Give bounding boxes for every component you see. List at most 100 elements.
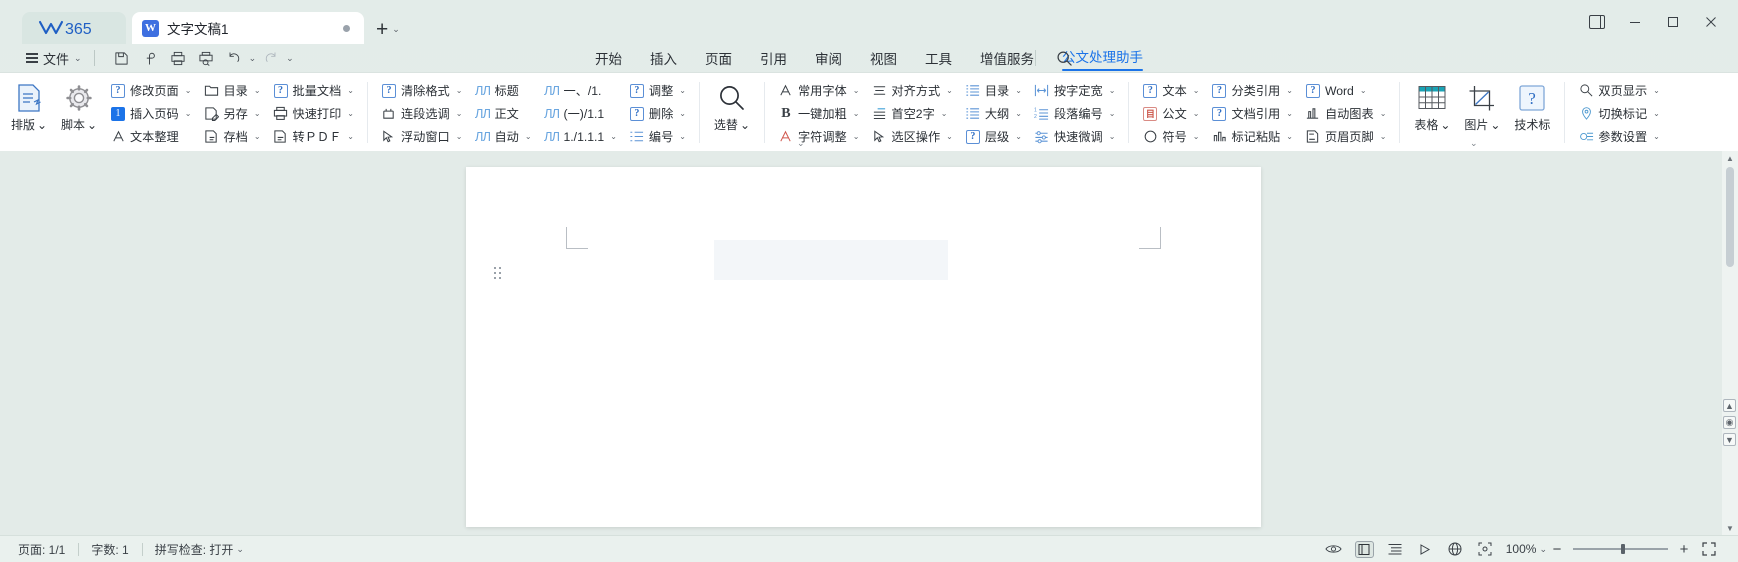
chevron-down-icon[interactable]: ⌄ [853, 86, 860, 95]
ribbon-button-双页显示[interactable]: 双页显示⌄ [1574, 80, 1663, 102]
chevron-down-icon[interactable]: ⌄ [1109, 132, 1116, 141]
chevron-down-icon[interactable]: ⌄ [1380, 132, 1387, 141]
chevron-down-icon[interactable]: ⌄ [1109, 86, 1116, 95]
ribbon-button-层级[interactable]: ?层级⌄ [961, 126, 1026, 148]
paragraph-drag-handle[interactable] [494, 267, 501, 279]
ribbon-button-浮动窗口[interactable]: 浮动窗口⌄ [377, 126, 466, 148]
print-button[interactable] [165, 46, 191, 70]
ribbon-button-选替[interactable]: 选替⌄ [707, 76, 757, 151]
chevron-down-icon[interactable]: ⌄ [740, 118, 750, 132]
ribbon-button-文档引用[interactable]: ?文档引用⌄ [1207, 103, 1296, 125]
fullscreen-button[interactable] [1694, 539, 1724, 560]
panel-toggle-button[interactable] [1578, 8, 1616, 36]
share-button[interactable] [137, 46, 163, 70]
document-tab[interactable]: W 文字文稿1 [132, 12, 364, 44]
ribbon-button-清除格式[interactable]: ?清除格式⌄ [377, 80, 466, 102]
ribbon-button-自动[interactable]: ЛЛ自动⌄ [470, 126, 535, 148]
ribbon-button-常用字体[interactable]: 常用字体⌄ [774, 80, 863, 102]
ribbon-tab-5[interactable]: 审阅 [801, 46, 856, 70]
reading-view-button[interactable] [1410, 539, 1440, 560]
vertical-scrollbar[interactable]: ▲ ▼ [1722, 151, 1738, 535]
focus-mode-button[interactable] [1470, 539, 1500, 560]
scroll-down-arrow[interactable]: ▼ [1726, 521, 1734, 535]
chevron-down-icon[interactable]: ⌄ [1653, 86, 1660, 95]
chevron-down-icon[interactable]: ⌄ [525, 132, 532, 141]
ribbon-button-公文[interactable]: 目公文⌄ [1138, 103, 1203, 125]
ribbon-tab-1[interactable]: 开始 [581, 46, 636, 70]
chevron-down-icon[interactable]: ⌄ [1193, 86, 1200, 95]
ribbon-tab-2[interactable]: 插入 [636, 46, 691, 70]
chevron-down-icon[interactable]: ⌄ [610, 132, 617, 141]
chevron-down-icon[interactable]: ⌄ [853, 132, 860, 141]
chevron-down-icon[interactable]: ⌄ [679, 109, 686, 118]
zoom-out-button[interactable]: − [1547, 541, 1567, 558]
chevron-down-icon[interactable]: ⌄ [679, 132, 686, 141]
ribbon-button-快速微调[interactable]: 快速微调⌄ [1030, 126, 1119, 148]
close-button[interactable] [1692, 8, 1730, 36]
ribbon-button-批量文档[interactable]: ?批量文档⌄ [269, 80, 358, 102]
ribbon-tab-3[interactable]: 页面 [691, 46, 746, 70]
zoom-slider[interactable] [1573, 548, 1668, 550]
chevron-down-icon[interactable]: ⌄ [1286, 86, 1293, 95]
ribbon-button-快速打印[interactable]: 快速打印⌄ [269, 103, 358, 125]
redo-caret-icon[interactable]: ⌄ [286, 53, 294, 64]
chevron-down-icon[interactable]: ⌄ [254, 132, 261, 141]
chevron-down-icon[interactable]: ⌄ [1015, 109, 1022, 118]
outline-view-button[interactable] [1380, 539, 1410, 560]
chevron-down-icon[interactable]: ⌄ [1286, 109, 1293, 118]
chevron-down-icon[interactable]: ⌄ [185, 109, 192, 118]
ribbon-button-标题[interactable]: ЛЛ标题 [470, 80, 535, 102]
ribbon-button-调整[interactable]: ?调整⌄ [625, 80, 690, 102]
zoom-level-label[interactable]: 100% [1500, 542, 1540, 556]
undo-caret-icon[interactable]: ⌄ [249, 53, 257, 64]
ribbon-button-自动图表[interactable]: 自动图表⌄ [1301, 103, 1390, 125]
ribbon-button-删除[interactable]: ?删除⌄ [625, 103, 690, 125]
ribbon-button-文本[interactable]: ?文本⌄ [1138, 80, 1203, 102]
chevron-down-icon[interactable]: ⌄ [37, 118, 47, 132]
zoom-in-button[interactable]: + [1674, 541, 1694, 558]
ribbon-button-正文[interactable]: ЛЛ正文 [470, 103, 535, 125]
ribbon-button-技术标[interactable]: ?技术标 [1507, 76, 1557, 151]
ribbon-tab-7[interactable]: 工具 [911, 46, 966, 70]
scroll-up-arrow[interactable]: ▲ [1726, 151, 1734, 165]
new-tab-caret-icon[interactable]: ⌄ [392, 24, 400, 35]
ribbon-button-段落编号[interactable]: 12段落编号⌄ [1030, 103, 1119, 125]
chevron-down-icon[interactable]: ⌄ [456, 109, 463, 118]
chevron-down-icon[interactable]: ⌄ [1286, 132, 1293, 141]
ribbon-button-目录[interactable]: 目录⌄ [961, 80, 1026, 102]
ribbon-button-首空2字[interactable]: 首空2字⌄ [867, 103, 956, 125]
next-page-icon[interactable]: ▼ [1723, 433, 1736, 446]
undo-button[interactable] [221, 46, 247, 70]
chevron-down-icon[interactable]: ⌄ [347, 109, 354, 118]
page-indicator[interactable]: 页面: 1/1 [18, 541, 78, 558]
word-count-indicator[interactable]: 字数: 1 [91, 541, 141, 558]
ribbon-button-切换标记[interactable]: 切换标记⌄ [1574, 103, 1663, 125]
ribbon-button-分类引用[interactable]: ?分类引用⌄ [1207, 80, 1296, 102]
ribbon-button-修改页面[interactable]: ?修改页面⌄ [106, 80, 195, 102]
ribbon-group-expand-icon[interactable]: ⌄ [1470, 138, 1478, 149]
minimize-button[interactable] [1616, 8, 1654, 36]
chevron-down-icon[interactable]: ⌄ [347, 86, 354, 95]
ribbon-tab-4[interactable]: 引用 [746, 46, 801, 70]
file-menu-button[interactable]: 文件 ⌄ [20, 47, 88, 70]
chevron-down-icon[interactable]: ⌄ [1653, 132, 1660, 141]
chevron-down-icon[interactable]: ⌄ [1015, 132, 1022, 141]
chevron-down-icon[interactable]: ⌄ [1380, 109, 1387, 118]
ribbon-button-文本整理[interactable]: 文本整理 [106, 126, 195, 148]
ribbon-tab-6[interactable]: 视图 [856, 46, 911, 70]
chevron-down-icon[interactable]: ⌄ [456, 86, 463, 95]
ribbon-button-编号[interactable]: 编号⌄ [625, 126, 690, 148]
ribbon-button-选区操作[interactable]: 选区操作⌄ [867, 126, 956, 148]
ribbon-group-expand-icon[interactable]: ⌄ [797, 138, 805, 149]
document-page[interactable] [466, 167, 1261, 527]
chevron-down-icon[interactable]: ⌄ [347, 132, 354, 141]
ribbon-button-(一)/1.1[interactable]: ЛЛ(一)/1.1 [540, 103, 621, 125]
previous-page-icon[interactable]: ▲ [1723, 399, 1736, 412]
ribbon-button-页眉页脚[interactable]: 页眉页脚⌄ [1301, 126, 1390, 148]
ribbon-button-参数设置[interactable]: 参数设置⌄ [1574, 126, 1663, 148]
chevron-down-icon[interactable]: ⌄ [254, 109, 261, 118]
eye-view-button[interactable] [1319, 539, 1349, 560]
ribbon-button-插入页码[interactable]: 1插入页码⌄ [106, 103, 195, 125]
save-button[interactable] [109, 46, 135, 70]
chevron-down-icon[interactable]: ⌄ [1015, 86, 1022, 95]
